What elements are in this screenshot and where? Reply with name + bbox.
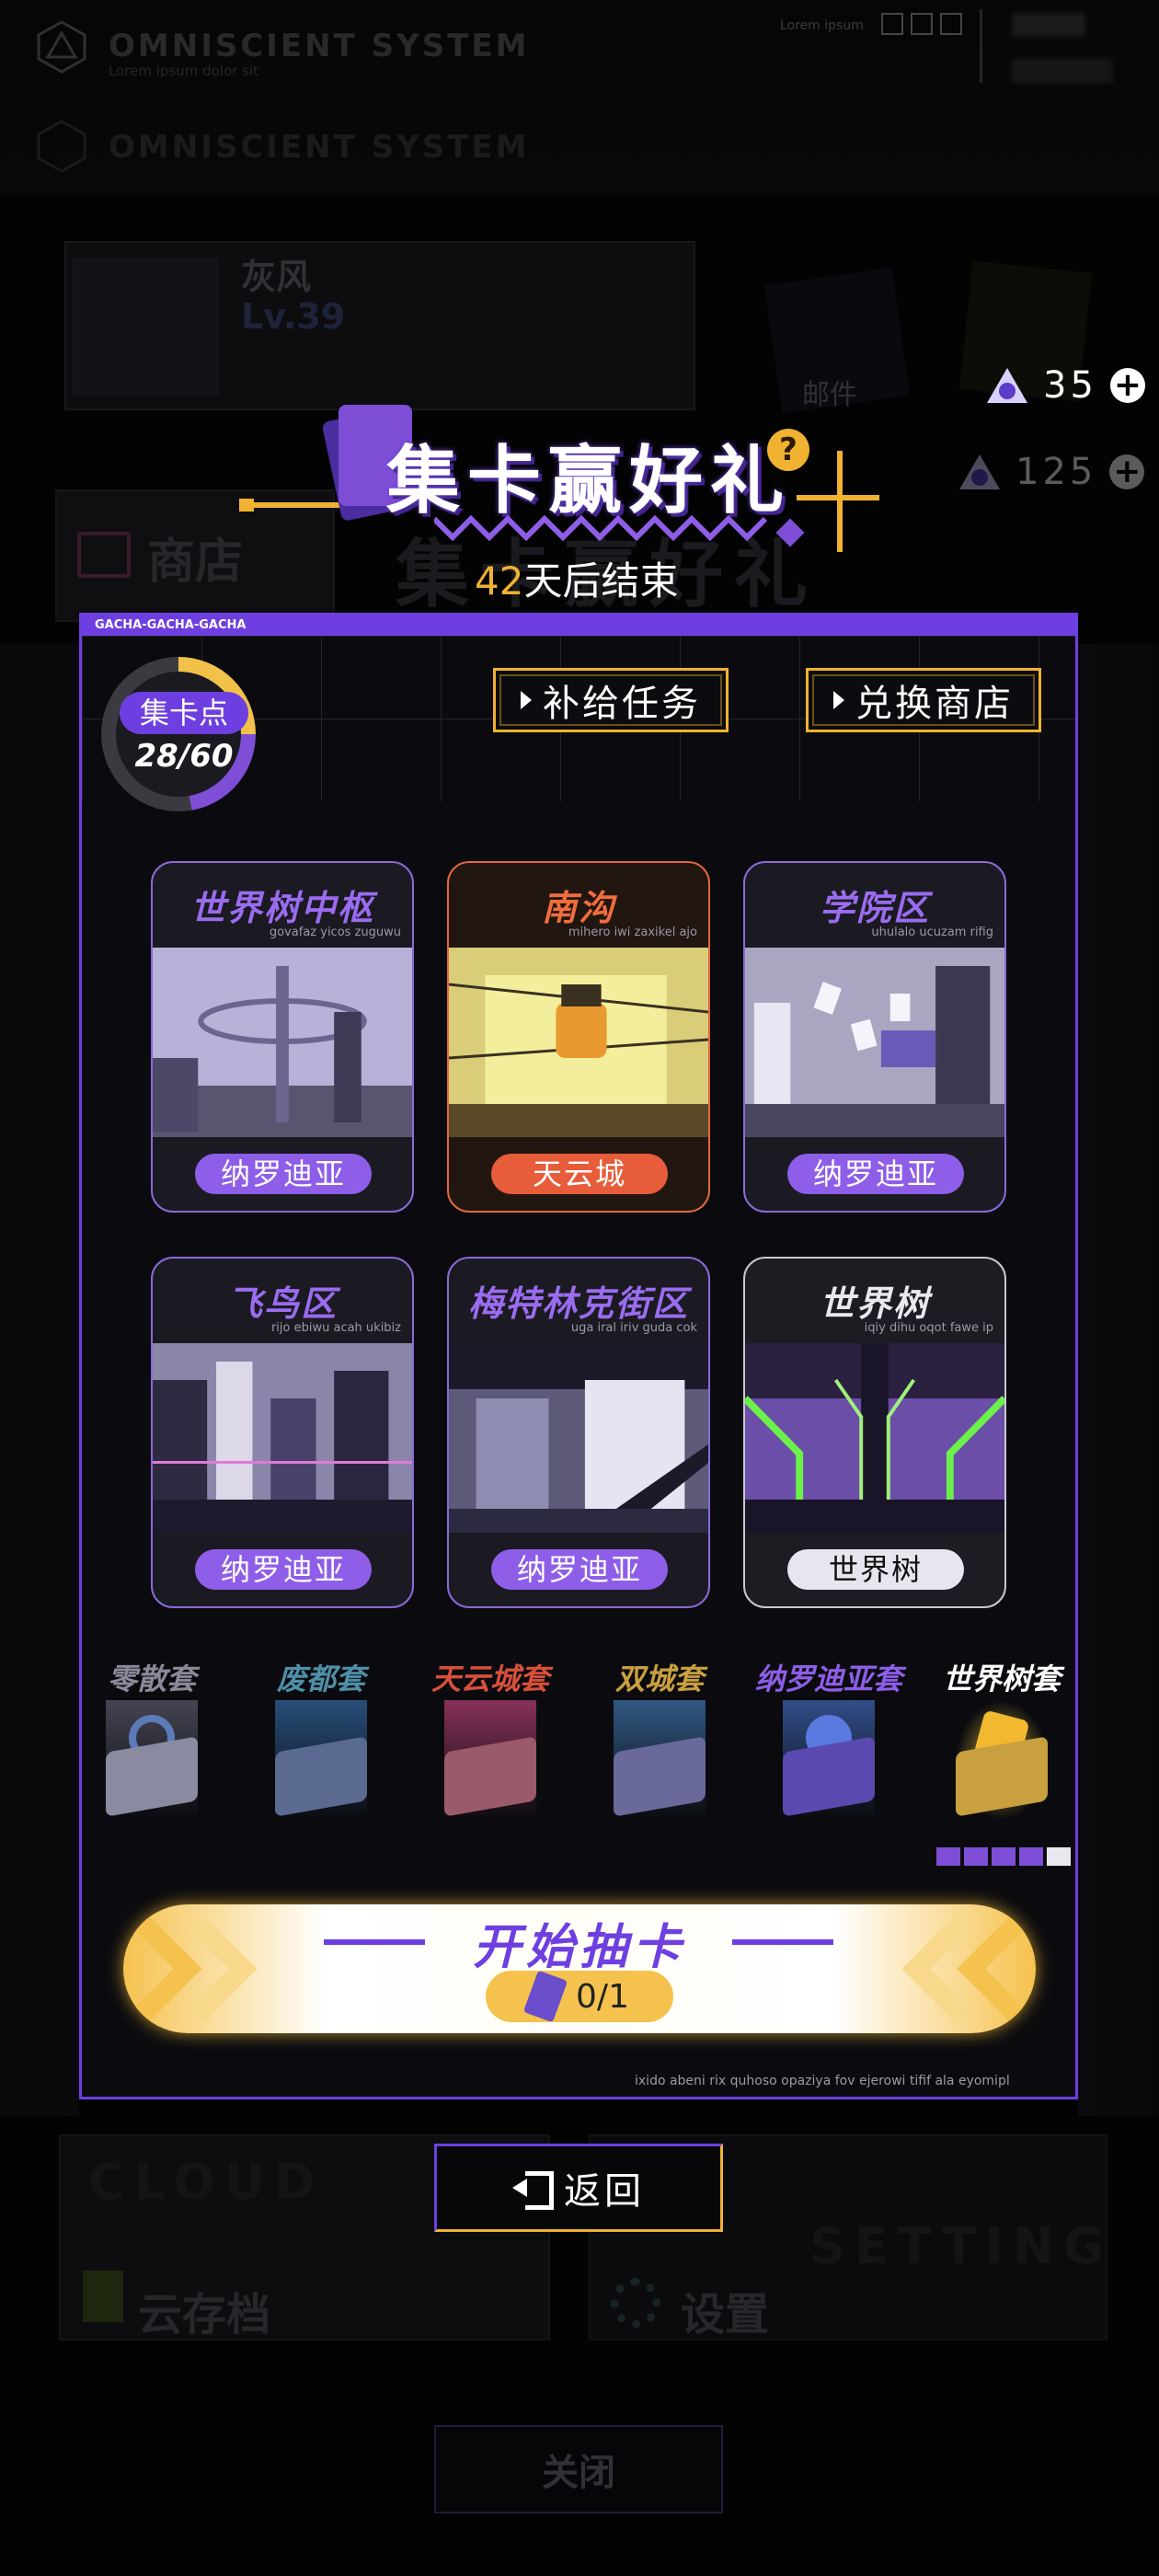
exit-arrow-icon	[512, 2169, 554, 2210]
back-button[interactable]: 返回	[434, 2144, 723, 2232]
district-tag: 世界树	[787, 1549, 964, 1590]
set-ruined-city[interactable]: 废都套	[243, 1656, 399, 1849]
help-button[interactable]: ?	[767, 429, 809, 471]
start-draw-label: 开始抽卡	[472, 1920, 686, 1975]
district-subtitle: uhulalo ucuzam rifig	[871, 926, 993, 939]
add-currency-button[interactable]: +	[1109, 368, 1145, 403]
set-world-tree[interactable]: 世界树套	[924, 1656, 1080, 1849]
district-title: 南沟	[541, 888, 615, 928]
event-banner: 集卡赢好礼 ? 42天后结束	[239, 396, 879, 604]
panel-header: GACHA-GACHA-GACHA	[82, 615, 1075, 636]
pager-dot	[964, 1847, 988, 1866]
bird-district-image	[153, 1343, 412, 1533]
district-card-4[interactable]: 飞鸟区 rijo ebiwu acah ukibiz 纳罗迪亚	[151, 1257, 414, 1608]
plus-icon: +	[1109, 454, 1145, 489]
set-name: 纳罗迪亚套	[754, 1662, 902, 1696]
district-title: 世界树中枢	[189, 888, 374, 928]
district-title: 世界树	[819, 1283, 930, 1324]
set-name: 废都套	[276, 1662, 365, 1696]
academy-district-image	[745, 948, 1004, 1137]
pager-dot	[936, 1847, 960, 1866]
points-value: 28/60	[134, 738, 234, 775]
pager-dot	[1019, 1847, 1043, 1866]
district-card-6[interactable]: 世界树 iqiy dihu oqot fawe ip 世界树	[743, 1257, 1006, 1608]
district-tag: 天云城	[491, 1154, 668, 1194]
panel-footnote: ixido abeni rix quhoso opaziya fov ejero…	[635, 2074, 1010, 2088]
exchange-shop-button[interactable]: 兑换商店	[806, 668, 1041, 732]
event-title: 集卡赢好礼	[386, 438, 791, 523]
district-title: 梅特林克街区	[467, 1283, 689, 1324]
district-subtitle: mihero iwi zaxikel ajo	[568, 926, 697, 939]
district-tag: 纳罗迪亚	[195, 1154, 372, 1194]
district-card-3[interactable]: 学院区 uhulalo ucuzam rifig 纳罗迪亚	[743, 861, 1006, 1213]
play-arrow-icon	[833, 691, 844, 709]
set-sky-city[interactable]: 天云城套	[412, 1656, 568, 1849]
banner-deco-plus-h	[797, 495, 879, 500]
maeterlinck-street-image	[449, 1343, 708, 1533]
points-progress-ring	[101, 657, 256, 811]
ticket-counter: 0/1	[486, 1970, 673, 2023]
set-name: 天云城套	[430, 1662, 549, 1696]
currency-display: 35 +	[984, 364, 1145, 407]
district-subtitle: uga iral iriv guda cok	[570, 1321, 697, 1335]
district-tag: 纳罗迪亚	[195, 1549, 372, 1590]
pager-dot-active	[1047, 1847, 1071, 1866]
chevron-right-icon	[134, 1915, 258, 2022]
world-tree-hub-image	[153, 948, 412, 1137]
ticket-count: 0/1	[576, 1977, 629, 2016]
district-subtitle: govafaz yicos zuguwu	[269, 926, 401, 939]
south-ditch-image	[449, 948, 708, 1137]
set-scattered[interactable]: 零散套	[74, 1656, 230, 1849]
currency-ghost: 125 +	[957, 451, 1145, 493]
chevron-left-icon	[901, 1915, 1025, 2022]
set-twin-city[interactable]: 双城套	[581, 1656, 738, 1849]
district-card-2[interactable]: 南沟 mihero iwi zaxikel ajo 天云城	[447, 861, 710, 1213]
play-arrow-icon	[521, 691, 532, 709]
sets-pager	[936, 1847, 1071, 1866]
world-tree-image	[745, 1343, 1004, 1533]
crystal-icon	[984, 366, 1030, 405]
banner-deco-plus	[837, 451, 843, 552]
set-name: 双城套	[614, 1662, 704, 1696]
district-subtitle: iqiy dihu oqot fawe ip	[864, 1321, 993, 1335]
back-label: 返回	[564, 2170, 645, 2213]
currency-ghost-value: 125	[1016, 451, 1097, 493]
set-name: 世界树套	[942, 1662, 1061, 1696]
banner-deco-dash	[239, 499, 254, 512]
district-card-5[interactable]: 梅特林克街区 uga iral iriv guda cok 纳罗迪亚	[447, 1257, 710, 1608]
set-narodia[interactable]: 纳罗迪亚套	[751, 1656, 907, 1849]
pager-dot	[992, 1847, 1016, 1866]
district-card-1[interactable]: 世界树中枢 govafaz yicos zuguwu 纳罗迪亚	[151, 861, 414, 1213]
event-countdown: 42天后结束	[475, 558, 679, 604]
crystal-icon	[957, 453, 1003, 491]
banner-zigzag-deco	[434, 515, 768, 541]
district-tag: 纳罗迪亚	[491, 1549, 668, 1590]
district-subtitle: rijo ebiwu acah ukibiz	[270, 1321, 401, 1335]
points-label: 集卡点	[120, 692, 248, 734]
district-title: 飞鸟区	[226, 1283, 338, 1324]
district-tag: 纳罗迪亚	[787, 1154, 964, 1194]
district-title: 学院区	[819, 888, 930, 928]
set-name: 零散套	[107, 1662, 196, 1696]
supply-missions-button[interactable]: 补给任务	[493, 668, 729, 732]
ticket-icon	[522, 1970, 568, 2023]
currency-value: 35	[1043, 364, 1097, 407]
